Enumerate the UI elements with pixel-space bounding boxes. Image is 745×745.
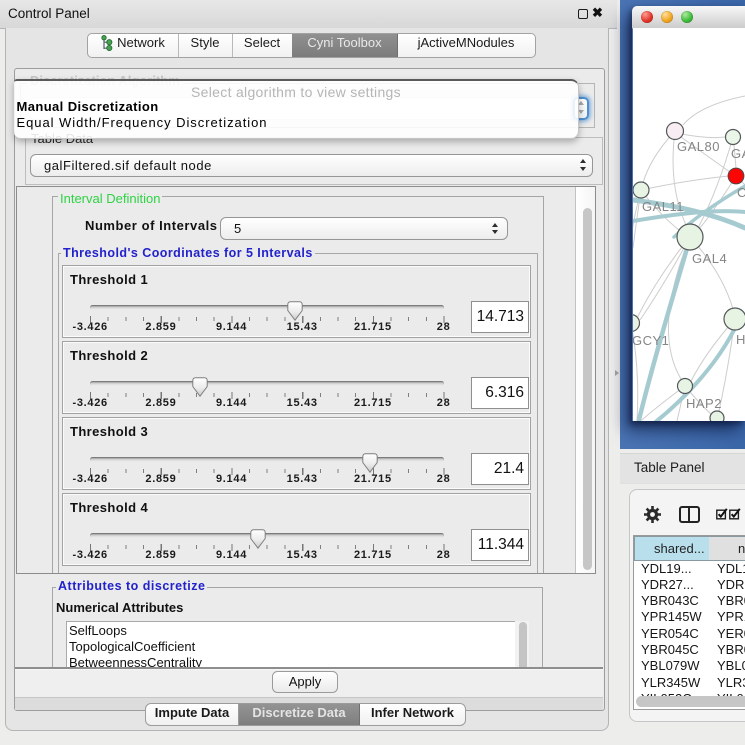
svg-text:GAL11: GAL11 bbox=[642, 199, 684, 214]
svg-text:HAP2: HAP2 bbox=[686, 396, 722, 411]
svg-text:GCY1: GCY1 bbox=[633, 333, 669, 348]
svg-text:HI: HI bbox=[736, 332, 745, 347]
svg-text:GAL80: GAL80 bbox=[677, 139, 720, 154]
svg-text:GAL2: GAL2 bbox=[731, 146, 745, 161]
svg-text:GAL4: GAL4 bbox=[692, 251, 727, 266]
svg-text:CR: CR bbox=[737, 185, 745, 200]
